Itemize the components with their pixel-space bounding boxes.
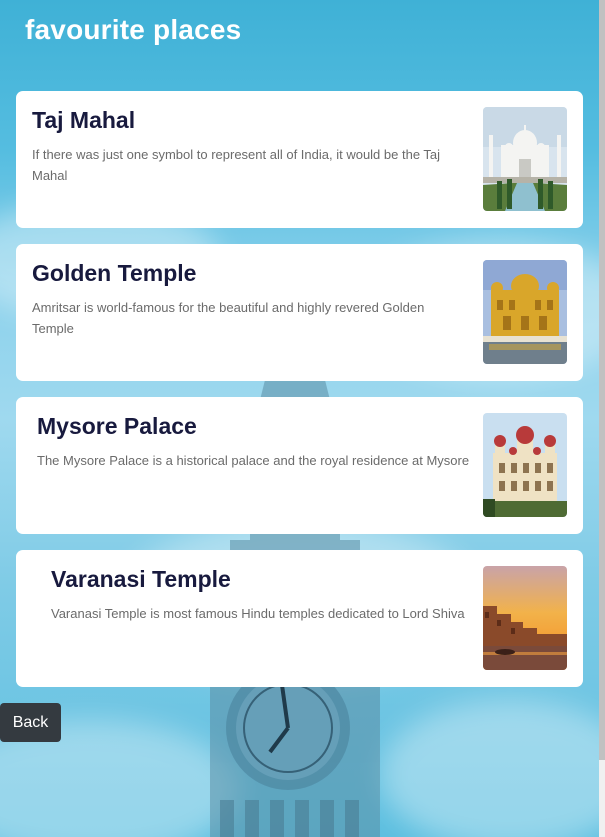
place-image-taj-mahal bbox=[483, 107, 567, 211]
place-image-mysore-palace bbox=[483, 413, 567, 517]
place-description: Amritsar is world-famous for the beautif… bbox=[32, 300, 425, 336]
place-card-golden-temple[interactable]: Golden Temple Amritsar is world-famous f… bbox=[16, 244, 583, 381]
scrollbar-thumb[interactable] bbox=[599, 0, 605, 760]
place-image-golden-temple bbox=[483, 260, 567, 364]
page-title: favourite places bbox=[25, 14, 242, 45]
place-description: Varanasi Temple is most famous Hindu tem… bbox=[51, 606, 465, 621]
place-description: The Mysore Palace is a historical palace… bbox=[37, 453, 470, 468]
place-title: Varanasi Temple bbox=[51, 566, 231, 592]
back-button[interactable]: Back bbox=[0, 703, 61, 742]
place-card-varanasi-temple[interactable]: Varanasi Temple Varanasi Temple is most … bbox=[16, 550, 583, 687]
place-title: Mysore Palace bbox=[37, 413, 197, 439]
place-card-taj-mahal[interactable]: Taj Mahal If there was just one symbol t… bbox=[16, 91, 583, 228]
place-image-varanasi-temple bbox=[483, 566, 567, 670]
place-title: Golden Temple bbox=[32, 260, 197, 286]
place-card-mysore-palace[interactable]: Mysore Palace The Mysore Palace is a his… bbox=[16, 397, 583, 534]
place-title: Taj Mahal bbox=[32, 107, 136, 133]
place-description: If there was just one symbol to represen… bbox=[32, 147, 441, 183]
places-list: Taj Mahal If there was just one symbol t… bbox=[16, 91, 583, 703]
scrollbar[interactable] bbox=[599, 0, 605, 837]
